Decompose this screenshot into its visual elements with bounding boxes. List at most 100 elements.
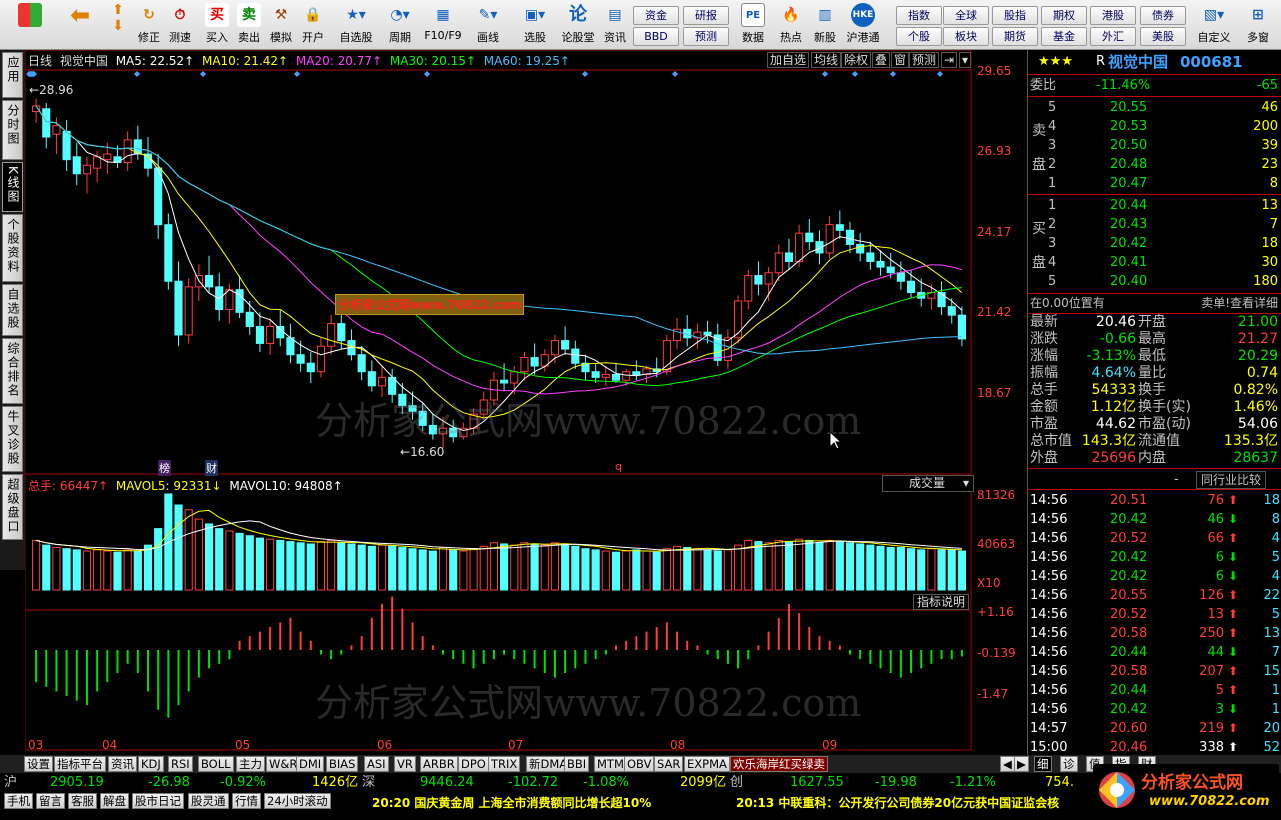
indicator-tab[interactable]: MTM (594, 756, 627, 772)
tab-kline[interactable]: K线图 (2, 162, 23, 212)
predict-button[interactable]: 预测 (909, 52, 940, 68)
add-watchlist-button[interactable]: 加自选 (767, 52, 810, 68)
peer-compare-button[interactable]: 同行业比较 (1196, 471, 1267, 489)
star-rating-icon[interactable]: ★★★ (1038, 51, 1073, 73)
period-label[interactable]: 日线 (28, 54, 52, 68)
stock-screen-button[interactable]: ▣▾ 选股 (515, 2, 555, 48)
status-button[interactable]: 解盘 (100, 793, 129, 809)
indicator-tab[interactable]: VR (394, 756, 416, 772)
indicator-tab[interactable]: OBV (624, 756, 655, 772)
report-button[interactable]: 研报 (683, 6, 729, 25)
stock-index-button[interactable]: 股指 (992, 6, 1038, 25)
forex-button[interactable]: 外汇 (1090, 27, 1136, 46)
hk-stock-button[interactable]: 港股 (1090, 6, 1136, 25)
sell-level-row[interactable]: 4 20.53 200 (1028, 117, 1281, 136)
status-button[interactable]: 客服 (68, 793, 97, 809)
forecast-button[interactable]: 预测 (683, 27, 729, 46)
volume-indicator-dropdown[interactable]: 成交量 ▾ (882, 475, 974, 492)
view-detail-link[interactable]: 卖单!查看详细 (1201, 294, 1278, 313)
indicator-tab[interactable]: DPO (458, 756, 489, 772)
speed-test-button[interactable]: ⏱ 测速 (165, 2, 195, 48)
sell-level-row[interactable]: 1 20.47 8 (1028, 174, 1281, 193)
f10-button[interactable]: ▦ F10/F9 (423, 2, 463, 48)
chart-menu-dropdown-icon[interactable]: ▾ (959, 52, 972, 68)
tab-scroll-right-icon[interactable]: ▶ (1014, 756, 1029, 772)
sh-index-value[interactable]: 2905.19 (50, 773, 104, 792)
simulate-button[interactable]: ⚒ 模拟 (266, 2, 296, 48)
news-ticker-1[interactable]: 20:20 国庆黄金周 上海全市消费额同比增长超10% (372, 794, 651, 811)
sell-level-row[interactable]: 3 20.50 39 (1028, 136, 1281, 155)
indicator-tab[interactable]: BOLL (198, 756, 234, 772)
buy-level-row[interactable]: 3 20.42 18 (1028, 234, 1281, 253)
buy-level-row[interactable]: 5 20.40 180 (1028, 272, 1281, 291)
indicator-tab[interactable]: 欢乐海岸红买绿卖 (730, 756, 828, 772)
multi-window-button[interactable]: ⊞ 多窗 (1240, 2, 1276, 48)
right-panel-tab[interactable]: 诊 (1060, 756, 1078, 772)
index-button[interactable]: 指数 (896, 6, 942, 25)
indicator-tab[interactable]: 资讯 (108, 756, 137, 772)
status-button[interactable]: 股市日记 (132, 793, 184, 809)
draw-line-button[interactable]: ✎▾ 画线 (468, 2, 508, 48)
single-stock-button[interactable]: 个股 (896, 27, 942, 46)
customize-button[interactable]: ▧▾ 自定义 (1196, 2, 1232, 48)
options-button[interactable]: 期权 (1041, 6, 1087, 25)
new-stock-button[interactable]: ▥ 新股 (810, 2, 840, 48)
indicator-tab[interactable]: TRIX (488, 756, 521, 772)
bbd-button[interactable]: BBD (633, 27, 679, 46)
sell-level-row[interactable]: 5 20.55 46 (1028, 98, 1281, 117)
ex-right-button[interactable]: 除权 (841, 52, 872, 68)
pin-icon[interactable]: ⇥ (941, 52, 958, 68)
global-button[interactable]: 全球 (943, 6, 989, 25)
indicator-tab[interactable]: 主力 (236, 756, 265, 772)
kline-chart-area[interactable]: 日线 视觉中国 MA5: 22.52↑ MA10: 21.42↑ MA20: 2… (25, 50, 1025, 755)
fund-button[interactable]: 资金 (633, 6, 679, 25)
indicator-tab[interactable]: EXPMA (684, 756, 730, 772)
fix-button[interactable]: ↻ 修正 (134, 2, 164, 48)
overlay-button[interactable]: 叠 (872, 52, 891, 68)
forum-button[interactable]: 论论股堂 (558, 2, 598, 48)
open-account-button[interactable]: 🔒 开户 (298, 2, 328, 48)
news-button[interactable]: ▤ 资讯 (600, 2, 630, 48)
indicator-tab[interactable]: ASI (364, 756, 389, 772)
ranking-marker[interactable]: 榜 (158, 460, 171, 476)
indicator-tab[interactable]: RSI (168, 756, 193, 772)
cy-index-value[interactable]: 1627.55 (790, 773, 844, 792)
us-stock-button[interactable]: 美股 (1140, 27, 1186, 46)
tab-diagnosis[interactable]: 牛叉诊股 (2, 406, 23, 472)
window-button[interactable]: 窗 (891, 52, 910, 68)
indicator-tab[interactable]: KDJ (138, 756, 164, 772)
status-button[interactable]: 股灵通 (188, 793, 229, 809)
indicator-tab[interactable]: 设置 (24, 756, 53, 772)
hotspot-button[interactable]: 🔥 热点 (776, 2, 806, 48)
page-updown-button[interactable]: ⬆ ⬇ (105, 2, 131, 48)
ad-label[interactable]: 分析家公式网www.70822.com (335, 294, 525, 315)
back-button[interactable]: ⬅ (60, 2, 100, 48)
status-button[interactable]: 行情 (232, 793, 261, 809)
status-button[interactable]: 手机 (4, 793, 33, 809)
tab-apps[interactable]: 应用 (2, 52, 23, 98)
sz-index-value[interactable]: 9446.24 (420, 773, 474, 792)
tab-scroll-left-icon[interactable]: ◀ (1000, 756, 1015, 772)
indicator-tab[interactable]: BBI (564, 756, 590, 772)
futures-button[interactable]: 期货 (992, 27, 1038, 46)
app-logo-button[interactable] (10, 2, 50, 48)
tab-intraday[interactable]: 分时图 (2, 100, 23, 160)
period-button[interactable]: ◔▾ 周期 (380, 2, 420, 48)
indicator-tab[interactable]: ARBR (420, 756, 458, 772)
sell-level-row[interactable]: 2 20.48 23 (1028, 155, 1281, 174)
sector-button[interactable]: 板块 (943, 27, 989, 46)
status-button[interactable]: 留言 (36, 793, 65, 809)
indicator-tab[interactable]: DMI (296, 756, 325, 772)
tab-super-orderbook[interactable]: 超级盘口 (2, 474, 23, 540)
indicator-tab[interactable]: BIAS (326, 756, 359, 772)
status-button[interactable]: 24小时滚动 (264, 793, 331, 809)
hk-connect-button[interactable]: HKE 沪港通 (843, 2, 883, 48)
tab-stock-info[interactable]: 个股资料 (2, 214, 23, 282)
ma-button[interactable]: 均线 (811, 52, 842, 68)
indicator-tab[interactable]: 指标平台 (54, 756, 106, 772)
news-ticker-2[interactable]: 20:13 中联重科：公开发行公司债券20亿元获中国证监会核 (736, 794, 1059, 811)
indicator-help-button[interactable]: 指标说明 (913, 594, 970, 610)
fund2-button[interactable]: 基金 (1041, 27, 1087, 46)
q-marker[interactable]: q (615, 460, 622, 473)
sell-button[interactable]: 卖卖出 (234, 2, 264, 48)
